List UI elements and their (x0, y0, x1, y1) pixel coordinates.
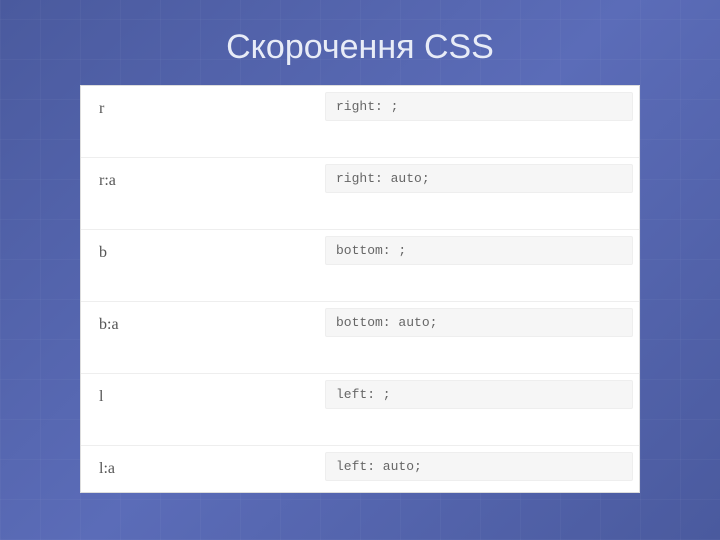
expansion-cell: left: auto; (325, 446, 639, 492)
table-row: r:a right: auto; (81, 158, 639, 230)
expansion-cell: left: ; (325, 374, 639, 445)
table-row: b:a bottom: auto; (81, 302, 639, 374)
code-snippet: bottom: auto; (325, 308, 633, 337)
code-snippet: bottom: ; (325, 236, 633, 265)
expansion-cell: right: auto; (325, 158, 639, 229)
abbr-cell: l (81, 374, 325, 445)
code-snippet: left: auto; (325, 452, 633, 481)
table-row: l left: ; (81, 374, 639, 446)
code-snippet: left: ; (325, 380, 633, 409)
abbr-cell: b:a (81, 302, 325, 373)
table-row: l:a left: auto; (81, 446, 639, 492)
abbr-cell: b (81, 230, 325, 301)
code-snippet: right: ; (325, 92, 633, 121)
expansion-cell: bottom: ; (325, 230, 639, 301)
expansion-cell: right: ; (325, 86, 639, 157)
abbr-cell: r (81, 86, 325, 157)
abbr-cell: r:a (81, 158, 325, 229)
code-snippet: right: auto; (325, 164, 633, 193)
page-title: Скорочення CSS (0, 0, 720, 85)
table-row: b bottom: ; (81, 230, 639, 302)
shortcuts-table: r right: ; r:a right: auto; b bottom: ; … (80, 85, 640, 493)
abbr-cell: l:a (81, 446, 325, 492)
expansion-cell: bottom: auto; (325, 302, 639, 373)
table-row: r right: ; (81, 86, 639, 158)
